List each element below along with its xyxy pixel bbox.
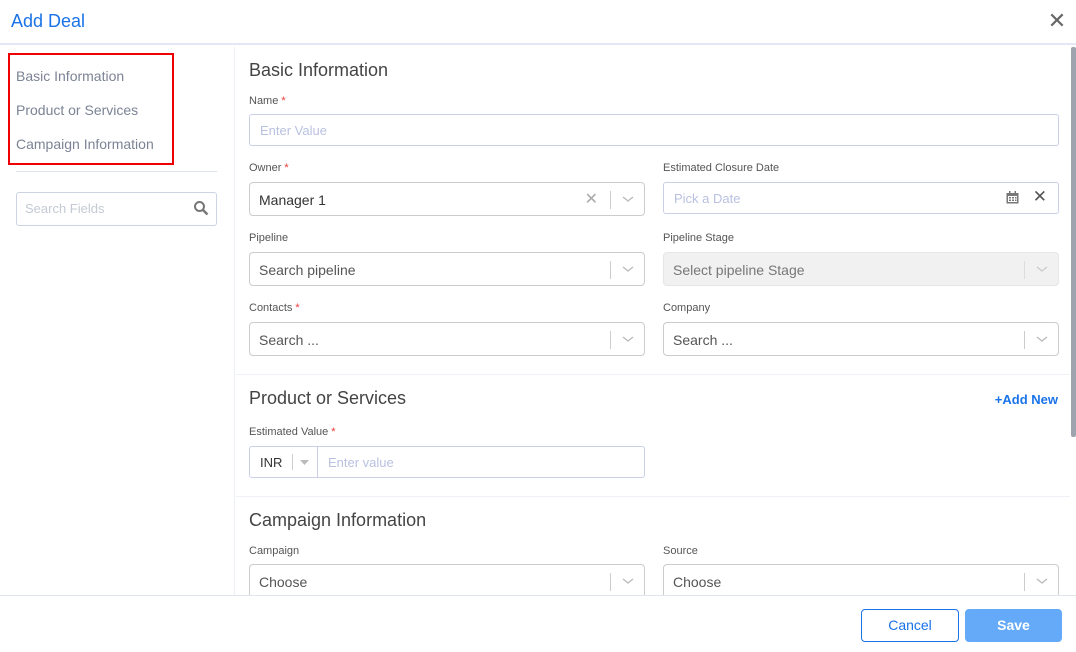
clear-icon[interactable]: ✕: [585, 189, 598, 209]
sidebar: Basic Information Product or Services Ca…: [0, 47, 235, 595]
estimated-value-group: INR: [249, 446, 645, 478]
section-title-product: Product or Services: [249, 388, 407, 408]
closure-date-field[interactable]: ✕: [663, 182, 1059, 214]
chevron-down-icon: [1036, 336, 1048, 342]
add-new-button[interactable]: +Add New: [995, 392, 1058, 407]
caret-down-icon: [300, 460, 309, 465]
contacts-select[interactable]: Search ...: [249, 322, 645, 356]
pipeline-stage-label: Pipeline Stage: [663, 232, 734, 244]
calendar-icon[interactable]: [1006, 191, 1019, 204]
closure-date-label: Estimated Closure Date: [663, 162, 780, 174]
search-fields-input[interactable]: [25, 201, 185, 216]
company-select[interactable]: Search ...: [663, 322, 1059, 356]
pipeline-select[interactable]: Search pipeline: [249, 252, 645, 286]
chevron-down-icon: [622, 266, 634, 272]
company-placeholder: Search ...: [673, 332, 733, 348]
divider: [236, 496, 1070, 497]
campaign-label: Campaign: [249, 545, 300, 557]
pipeline-placeholder: Search pipeline: [259, 262, 356, 278]
dialog-header: Add Deal ✕: [0, 0, 1076, 45]
name-field[interactable]: [249, 114, 1059, 146]
nav-product-or-services[interactable]: Product or Services: [16, 102, 138, 118]
owner-label: Owner *: [249, 162, 289, 174]
pipeline-stage-placeholder: Select pipeline Stage: [673, 262, 805, 278]
scrollbar[interactable]: [1071, 47, 1076, 437]
dialog-title: Add Deal: [11, 11, 86, 31]
name-input[interactable]: [260, 123, 907, 138]
cancel-button[interactable]: Cancel: [861, 609, 959, 642]
source-placeholder: Choose: [673, 574, 722, 590]
section-title-basic: Basic Information: [249, 60, 389, 80]
closure-date-input[interactable]: [674, 191, 990, 206]
name-label: Name *: [249, 95, 286, 107]
close-icon[interactable]: ✕: [1047, 10, 1067, 32]
estimated-value-input[interactable]: [328, 455, 644, 470]
chevron-down-icon: [622, 196, 634, 202]
chevron-down-icon: [622, 336, 634, 342]
source-label: Source: [663, 545, 698, 557]
chevron-down-icon: [1036, 266, 1048, 272]
save-button[interactable]: Save: [965, 609, 1062, 642]
search-icon: [194, 201, 209, 216]
divider: [236, 374, 1070, 375]
campaign-placeholder: Choose: [259, 574, 308, 590]
pipeline-label: Pipeline: [249, 232, 289, 244]
company-label: Company: [663, 302, 711, 314]
form-area: Basic Information Name* Owner* Manager 1…: [236, 47, 1070, 595]
campaign-select[interactable]: Choose: [249, 564, 645, 595]
contacts-label: Contacts *: [249, 302, 300, 314]
pipeline-stage-select[interactable]: Select pipeline Stage: [663, 252, 1059, 286]
section-title-campaign: Campaign Information: [249, 510, 427, 530]
chevron-down-icon: [1036, 578, 1048, 584]
nav-basic-information[interactable]: Basic Information: [16, 68, 124, 84]
owner-select[interactable]: Manager 1 ✕: [249, 182, 645, 216]
owner-value: Manager 1: [259, 192, 326, 208]
source-select[interactable]: Choose: [663, 564, 1059, 595]
contacts-placeholder: Search ...: [259, 332, 319, 348]
currency-value: INR: [260, 455, 283, 470]
chevron-down-icon: [622, 578, 634, 584]
dialog-footer: Cancel Save: [0, 595, 1076, 652]
currency-select[interactable]: INR: [250, 447, 318, 477]
nav-campaign-information[interactable]: Campaign Information: [16, 136, 154, 152]
divider: [16, 171, 217, 172]
clear-date-icon[interactable]: ✕: [1033, 187, 1047, 207]
search-fields[interactable]: [16, 192, 217, 226]
estimated-value-label: Estimated Value *: [249, 426, 336, 438]
